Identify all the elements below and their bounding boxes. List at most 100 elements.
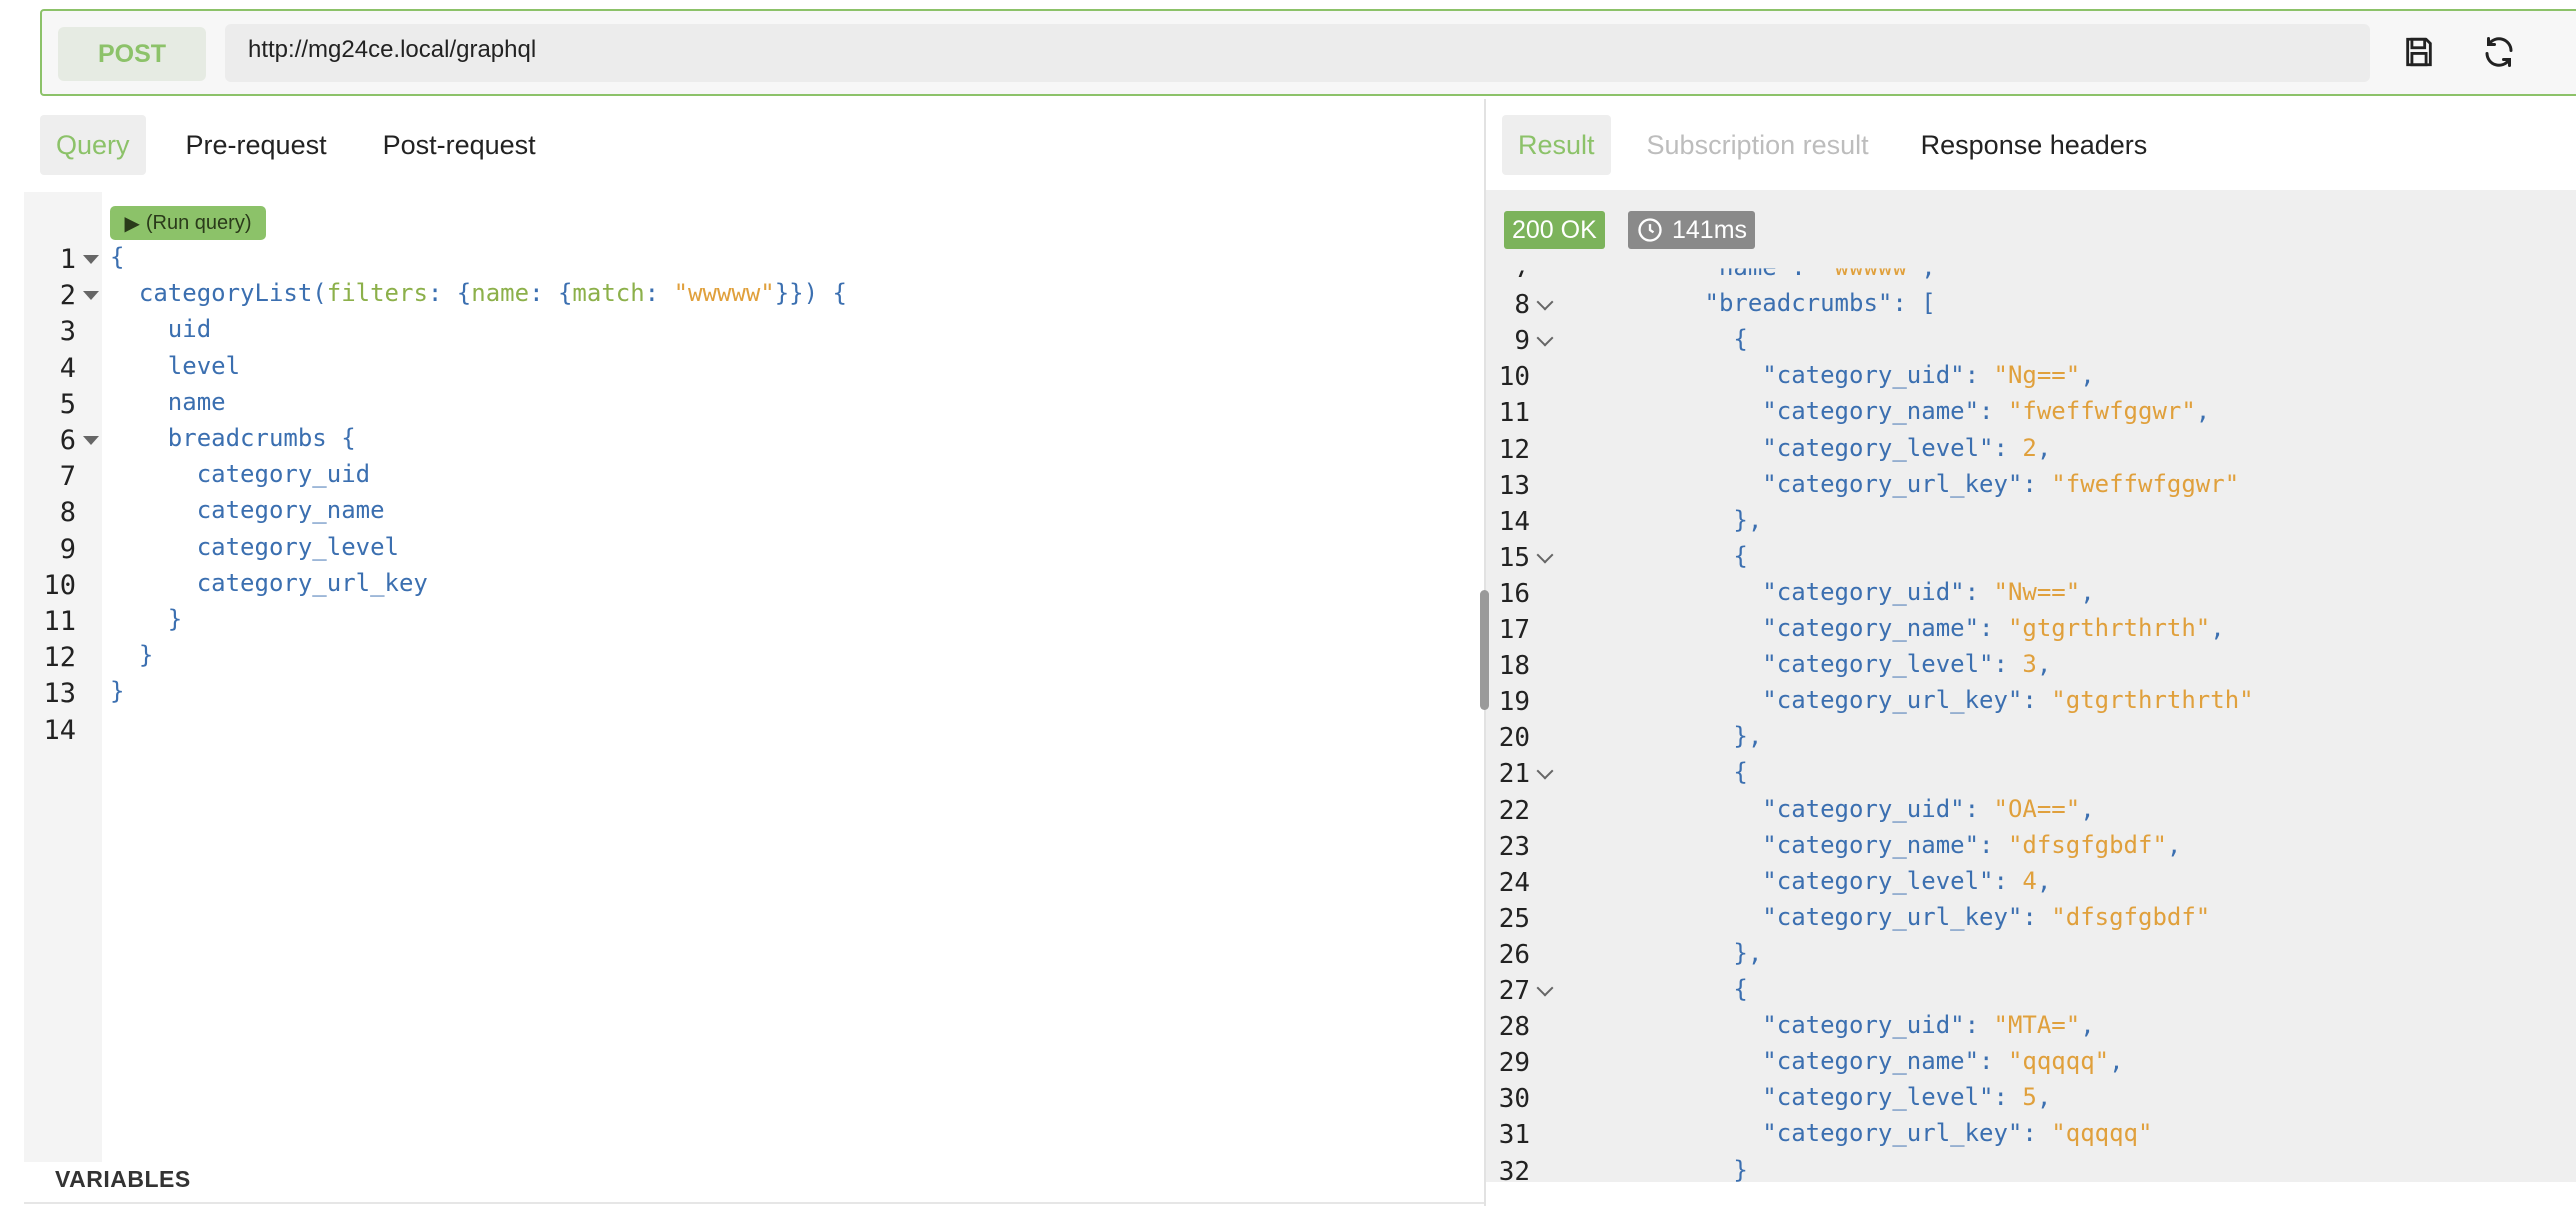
line-number: 5 <box>59 388 76 420</box>
result-line-number: 17 <box>1498 615 1530 645</box>
result-line: "category_level": 4, <box>1762 866 2052 895</box>
line-number: 11 <box>43 606 76 637</box>
result-line: "breadcrumbs": [ <box>1704 289 1936 318</box>
result-line: "category_name": "qqqqq", <box>1762 1047 2124 1076</box>
result-line-number: 32 <box>1498 1156 1530 1187</box>
bottom-divider <box>24 1202 1484 1204</box>
result-line: "category_name": "gtgrthrthrth", <box>1762 614 2225 642</box>
result-line-number: 13 <box>1498 470 1530 501</box>
result-line-number: 31 <box>1498 1120 1530 1151</box>
run-query-button[interactable]: ▶ (Run query) <box>110 206 266 240</box>
time-badge: 141ms <box>1628 211 1756 249</box>
tab-pre-request[interactable]: Pre-request <box>170 115 343 175</box>
result-line-number: 30 <box>1498 1084 1530 1115</box>
fold-toggle[interactable] <box>83 255 99 264</box>
line-number: 9 <box>59 533 76 565</box>
fold-toggle[interactable] <box>83 291 99 301</box>
result-line-number: 27 <box>1498 976 1530 1006</box>
result-line-number: 8 <box>1514 290 1530 321</box>
result-line: "category_level": 3, <box>1762 650 2052 679</box>
tab-query[interactable]: Query <box>40 115 146 175</box>
result-line: "category_uid": "MTA=", <box>1762 1011 2095 1040</box>
result-line-number: 15 <box>1498 542 1530 573</box>
refresh-icon[interactable] <box>2477 30 2521 74</box>
line-number: 2 <box>59 280 76 312</box>
result-line: "category_url_key": "gtgrthrthrth" <box>1762 686 2254 715</box>
code-line: category_uid <box>110 460 371 489</box>
play-icon: ▶ <box>124 212 140 235</box>
code-line: level <box>110 351 241 380</box>
result-line-number: 10 <box>1498 362 1530 393</box>
status-badge: 200 OK <box>1504 211 1605 249</box>
result-line: "category_url_key": "dfsgfgbdf" <box>1762 902 2211 931</box>
code-line: category_name <box>110 496 385 525</box>
result-line-number: 25 <box>1498 903 1530 934</box>
fold-toggle[interactable] <box>83 436 99 445</box>
result-line-number: 26 <box>1498 939 1530 970</box>
result-line: "category_level": 2, <box>1762 433 2052 462</box>
line-number: 6 <box>59 425 76 456</box>
url-input[interactable] <box>225 24 2370 82</box>
result-line: "category_level": 5, <box>1762 1083 2052 1112</box>
tab-post-request[interactable]: Post-request <box>367 115 552 175</box>
result-line-number: 21 <box>1498 759 1530 790</box>
result-line-number: 18 <box>1498 651 1530 682</box>
run-query-label: (Run query) <box>145 211 252 234</box>
line-number: 8 <box>59 497 76 529</box>
result-line: } <box>1560 1155 1748 1184</box>
result-line-number: 28 <box>1498 1012 1530 1043</box>
line-number: 13 <box>43 678 76 710</box>
result-line: }, <box>1560 938 1763 967</box>
line-number: 3 <box>59 316 76 348</box>
result-line: "category_uid": "Ng==", <box>1762 361 2095 390</box>
url-text: http://mg24ce.local/graphql <box>248 36 537 63</box>
tab-subscription-result[interactable]: Subscription result <box>1631 115 1885 175</box>
code-line: uid <box>110 315 212 344</box>
result-line-number: 22 <box>1498 795 1530 826</box>
line-number: 14 <box>43 714 76 746</box>
line-number: 12 <box>43 642 76 674</box>
scrollbar-thumb[interactable] <box>1480 590 1489 710</box>
method-selector[interactable]: POST <box>58 27 206 81</box>
result-line-number: 19 <box>1498 687 1530 718</box>
result-line-number: 14 <box>1498 506 1530 537</box>
code-line: } <box>110 677 125 706</box>
result-line-number: 29 <box>1498 1048 1530 1079</box>
result-line: { <box>1560 758 1748 787</box>
code-line: categoryList(filters: {name: {match: "ww… <box>110 279 847 308</box>
result-line-number: 9 <box>1514 326 1530 357</box>
code-line: } <box>110 641 154 670</box>
result-line: { <box>1560 325 1748 354</box>
save-icon[interactable] <box>2397 30 2441 74</box>
result-line: "category_name": "dfsgfgbdf", <box>1762 830 2182 859</box>
result-tabs: Result Subscription result Response head… <box>1502 115 2163 175</box>
result-line: }, <box>1560 505 1763 534</box>
tab-result[interactable]: Result <box>1502 115 1611 175</box>
line-number: 7 <box>59 461 76 493</box>
tab-response-headers[interactable]: Response headers <box>1905 115 2164 175</box>
code-line: category_url_key <box>110 568 428 597</box>
result-line-number: 20 <box>1498 723 1530 754</box>
result-line: }, <box>1560 722 1763 751</box>
result-line: "category_name": "fweffwfggwr", <box>1762 397 2211 426</box>
variables-label[interactable]: VARIABLES <box>55 1166 191 1193</box>
result-line: "category_url_key": "fweffwfggwr" <box>1762 469 2240 498</box>
result-line-number: 12 <box>1498 434 1530 465</box>
code-line: breadcrumbs { <box>110 424 356 452</box>
result-line: "category_uid": "OA==", <box>1762 794 2095 823</box>
result-line-number: 11 <box>1498 398 1530 429</box>
code-line: category_level <box>110 532 399 561</box>
result-line: { <box>1560 541 1748 570</box>
query-editor[interactable] <box>24 190 1484 1194</box>
query-tabs: Query Pre-request Post-request <box>40 115 552 175</box>
line-number: 4 <box>59 352 76 384</box>
code-line: { <box>110 243 125 271</box>
result-line-number: 24 <box>1498 867 1530 898</box>
time-value: 141ms <box>1672 215 1748 244</box>
result-line: "category_uid": "Nw==", <box>1762 577 2095 606</box>
code-line: } <box>110 605 183 633</box>
code-line: name <box>110 387 226 416</box>
result-line: "category_url_key": "qqqqq" <box>1762 1119 2153 1148</box>
line-number: 10 <box>43 569 76 601</box>
clock-icon <box>1638 218 1662 242</box>
